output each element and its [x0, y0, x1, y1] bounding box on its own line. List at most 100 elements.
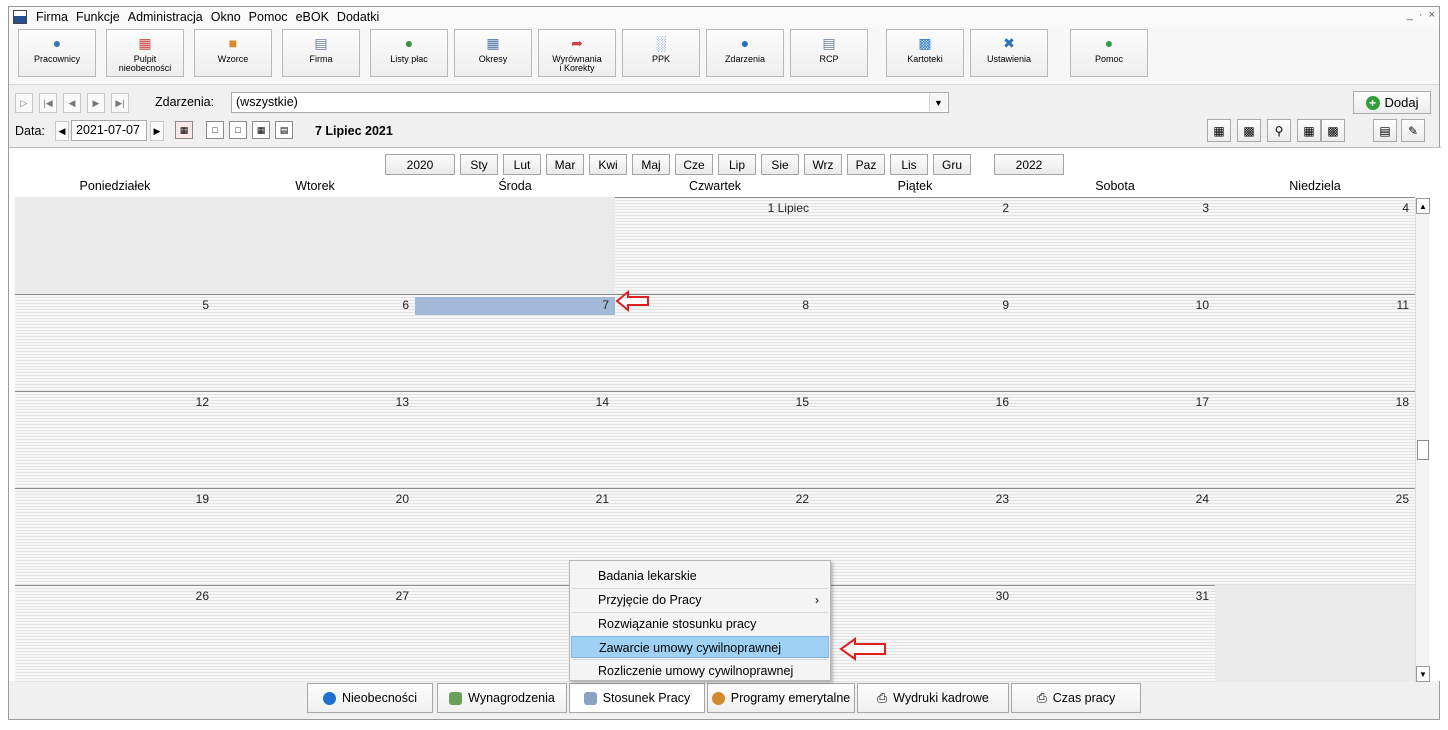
month-jun-button[interactable]: Cze [675, 154, 713, 175]
calendar-day-cell[interactable]: 26 [15, 585, 215, 682]
grid-icon[interactable]: ▦ [1297, 119, 1321, 142]
tab-programy-emerytalne[interactable]: Programy emerytalne [707, 683, 855, 713]
ctx-zawarcie-umowy-cywilnoprawnej[interactable]: Zawarcie umowy cywilnoprawnej [571, 636, 829, 658]
calendar-day-cell[interactable]: 2 [815, 197, 1015, 294]
nav-next-button[interactable]: ▶ [87, 93, 105, 113]
ctx-badania-lekarskie[interactable]: Badania lekarskie [571, 565, 829, 587]
calendar-scrollbar[interactable]: ▲ ▼ [1415, 198, 1430, 682]
ribbon-wzorce-button[interactable]: ■ Wzorce [194, 29, 272, 77]
calendar-day-cell[interactable]: 25 [1215, 488, 1415, 585]
calendar-day-cell[interactable]: 18 [1215, 391, 1415, 488]
export-icon[interactable]: ▩ [1321, 119, 1345, 142]
close-button[interactable]: × [1429, 9, 1435, 21]
calendar-day-cell[interactable]: 23 [815, 488, 1015, 585]
scroll-up-icon[interactable]: ▲ [1416, 198, 1430, 214]
pencil-icon[interactable]: ✎ [1401, 119, 1425, 142]
scroll-thumb[interactable] [1417, 440, 1429, 460]
calendar-day-cell[interactable]: 20 [215, 488, 415, 585]
ribbon-ppk-button[interactable]: ░ PPK [622, 29, 700, 77]
table-icon[interactable]: ▤ [1373, 119, 1397, 142]
menu-ebok[interactable]: eBOK [292, 10, 333, 24]
month-dec-button[interactable]: Gru [933, 154, 971, 175]
ctx-rozliczenie-umowy-cywilnoprawnej[interactable]: Rozliczenie umowy cywilnoprawnej [571, 660, 829, 682]
month-mar-button[interactable]: Mar [546, 154, 584, 175]
scroll-down-icon[interactable]: ▼ [1416, 666, 1430, 682]
ribbon-ustawienia-button[interactable]: ✖ Ustawienia [970, 29, 1048, 77]
menu-dodatki[interactable]: Dodatki [333, 10, 383, 24]
calendar-day-cell[interactable]: 6 [215, 294, 415, 391]
ribbon-kartoteki-button[interactable]: ▩ Kartoteki [886, 29, 964, 77]
nav-last-button[interactable]: ▶| [111, 93, 129, 113]
month-aug-button[interactable]: Sie [761, 154, 799, 175]
month-apr-button[interactable]: Kwi [589, 154, 627, 175]
calendar-day-cell[interactable]: 31 [1015, 585, 1215, 682]
search-icon[interactable]: ⚲ [1267, 119, 1291, 142]
tab-stosunek-pracy[interactable]: Stosunek Pracy [569, 683, 705, 713]
calendar-day-cell[interactable]: 7 [415, 294, 615, 391]
tab-nieobecnosci[interactable]: Nieobecności [307, 683, 433, 713]
view-day-icon[interactable]: □ [206, 121, 224, 139]
calendar-day-cell[interactable]: 5 [15, 294, 215, 391]
tab-wydruki-kadrowe[interactable]: ⎙ Wydruki kadrowe [857, 683, 1009, 713]
minimize-button[interactable]: _ [1407, 9, 1413, 21]
calendar-day-cell[interactable]: 11 [1215, 294, 1415, 391]
next-year-button[interactable]: 2022 [994, 154, 1064, 175]
calendar-day-cell[interactable]: 12 [15, 391, 215, 488]
calendar-day-cell[interactable]: 27 [215, 585, 415, 682]
tab-wynagrodzenia[interactable]: Wynagrodzenia [437, 683, 567, 713]
month-jul-button[interactable]: Lip [718, 154, 756, 175]
date-next-button[interactable]: ▶ [150, 121, 164, 141]
ribbon-okresy-button[interactable]: ▦ Okresy [454, 29, 532, 77]
calendar-day-cell[interactable]: 14 [415, 391, 615, 488]
date-input[interactable]: 2021-07-07 [71, 120, 147, 141]
date-prev-button[interactable]: ◀ [55, 121, 69, 141]
ctx-przyjecie-do-pracy[interactable]: Przyjęcie do Pracy › [571, 589, 829, 611]
calendar-day-cell[interactable]: 15 [615, 391, 815, 488]
menu-firma[interactable]: Firma [32, 10, 72, 24]
calendar-day-cell[interactable]: 3 [1015, 197, 1215, 294]
ribbon-firma-button[interactable]: ▤ Firma [282, 29, 360, 77]
calendar-day-cell[interactable]: 16 [815, 391, 1015, 488]
month-jan-button[interactable]: Sty [460, 154, 498, 175]
calendar-day-cell[interactable]: 24 [1015, 488, 1215, 585]
ribbon-zdarzenia-button[interactable]: ● Zdarzenia [706, 29, 784, 77]
calendar-day-cell[interactable]: 9 [815, 294, 1015, 391]
ribbon-pulpit-button[interactable]: ▦ Pulpit nieobecności [106, 29, 184, 77]
calendar-day-cell[interactable]: 17 [1015, 391, 1215, 488]
calendar-day-cell[interactable]: 4 [1215, 197, 1415, 294]
calendar-icon[interactable]: ▦ [1207, 119, 1231, 142]
month-nov-button[interactable]: Lis [890, 154, 928, 175]
ctx-rozwiazanie-stosunku-pracy[interactable]: Rozwiązanie stosunku pracy [571, 613, 829, 635]
ribbon-wyrownania-button[interactable]: ➦ Wyrównania i Korekty [538, 29, 616, 77]
month-oct-button[interactable]: Paz [847, 154, 885, 175]
calendar-picker-icon[interactable]: ▦ [175, 121, 193, 139]
ribbon-pracownicy-button[interactable]: ● Pracownicy [18, 29, 96, 77]
month-sep-button[interactable]: Wrz [804, 154, 842, 175]
nav-prev-button[interactable]: ◀ [63, 93, 81, 113]
menu-administracja[interactable]: Administracja [124, 10, 207, 24]
add-button[interactable]: + Dodaj [1353, 91, 1431, 114]
calendar-day-cell[interactable]: 30 [815, 585, 1015, 682]
nav-new-button[interactable]: ▷ [15, 93, 33, 113]
menu-funkcje[interactable]: Funkcje [72, 10, 124, 24]
nav-first-button[interactable]: |◀ [39, 93, 57, 113]
ribbon-rcp-button[interactable]: ▤ RCP [790, 29, 868, 77]
tab-czas-pracy[interactable]: ⎙ Czas pracy [1011, 683, 1141, 713]
events-filter-select[interactable]: (wszystkie) ▼ [231, 92, 949, 113]
view-week-icon[interactable]: □ [229, 121, 247, 139]
menu-pomoc[interactable]: Pomoc [245, 10, 292, 24]
month-feb-button[interactable]: Lut [503, 154, 541, 175]
ribbon-pomoc-button[interactable]: ● Pomoc [1070, 29, 1148, 77]
month-may-button[interactable]: Maj [632, 154, 670, 175]
ribbon-listy-plac-button[interactable]: ● Listy płac [370, 29, 448, 77]
chart-icon[interactable]: ▩ [1237, 119, 1261, 142]
calendar-day-cell[interactable]: 13 [215, 391, 415, 488]
view-list-icon[interactable]: ▤ [275, 121, 293, 139]
restore-button[interactable]: · [1419, 9, 1423, 21]
calendar-day-cell[interactable]: 10 [1015, 294, 1215, 391]
calendar-day-cell[interactable]: 19 [15, 488, 215, 585]
menu-okno[interactable]: Okno [207, 10, 245, 24]
view-month-icon[interactable]: ▦ [252, 121, 270, 139]
prev-year-button[interactable]: 2020 [385, 154, 455, 175]
calendar-day-cell[interactable]: 1 Lipiec [615, 197, 815, 294]
